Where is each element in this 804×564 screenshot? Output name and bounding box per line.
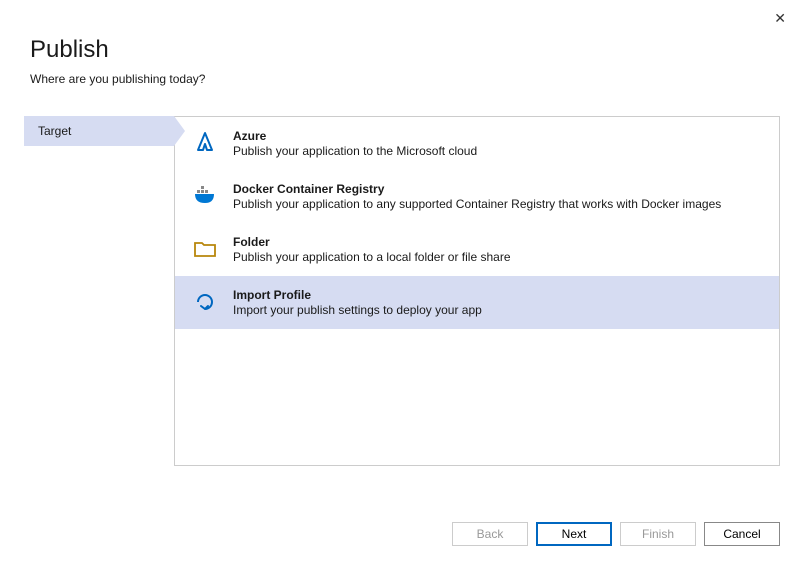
dialog-footer: Back Next Finish Cancel (452, 522, 780, 546)
option-desc: Publish your application to the Microsof… (233, 144, 477, 158)
option-import-profile[interactable]: Import Profile Import your publish setti… (175, 276, 779, 329)
back-button: Back (452, 522, 528, 546)
page-title: Publish (30, 36, 774, 64)
finish-button: Finish (620, 522, 696, 546)
option-title: Docker Container Registry (233, 182, 721, 196)
option-desc: Publish your application to a local fold… (233, 250, 511, 264)
step-label: Target (38, 124, 71, 138)
azure-icon (191, 129, 219, 157)
cancel-button[interactable]: Cancel (704, 522, 780, 546)
option-title: Folder (233, 235, 511, 249)
import-icon (191, 288, 219, 316)
option-title: Azure (233, 129, 477, 143)
option-text: Azure Publish your application to the Mi… (233, 129, 477, 158)
option-text: Import Profile Import your publish setti… (233, 288, 482, 317)
option-folder[interactable]: Folder Publish your application to a loc… (175, 223, 779, 276)
step-target[interactable]: Target (24, 116, 174, 146)
docker-icon (191, 182, 219, 210)
next-button[interactable]: Next (536, 522, 612, 546)
target-options-panel: Azure Publish your application to the Mi… (174, 116, 780, 466)
option-text: Docker Container Registry Publish your a… (233, 182, 721, 211)
option-text: Folder Publish your application to a loc… (233, 235, 511, 264)
main-content: Target Azure Publish your application to… (0, 98, 804, 466)
option-docker[interactable]: Docker Container Registry Publish your a… (175, 170, 779, 223)
page-subtitle: Where are you publishing today? (30, 72, 774, 86)
option-azure[interactable]: Azure Publish your application to the Mi… (175, 117, 779, 170)
option-desc: Publish your application to any supporte… (233, 197, 721, 211)
option-desc: Import your publish settings to deploy y… (233, 303, 482, 317)
close-icon[interactable]: ✕ (768, 8, 792, 29)
wizard-sidebar: Target (24, 116, 174, 466)
folder-icon (191, 235, 219, 263)
dialog-header: Publish Where are you publishing today? (0, 0, 804, 98)
option-title: Import Profile (233, 288, 482, 302)
